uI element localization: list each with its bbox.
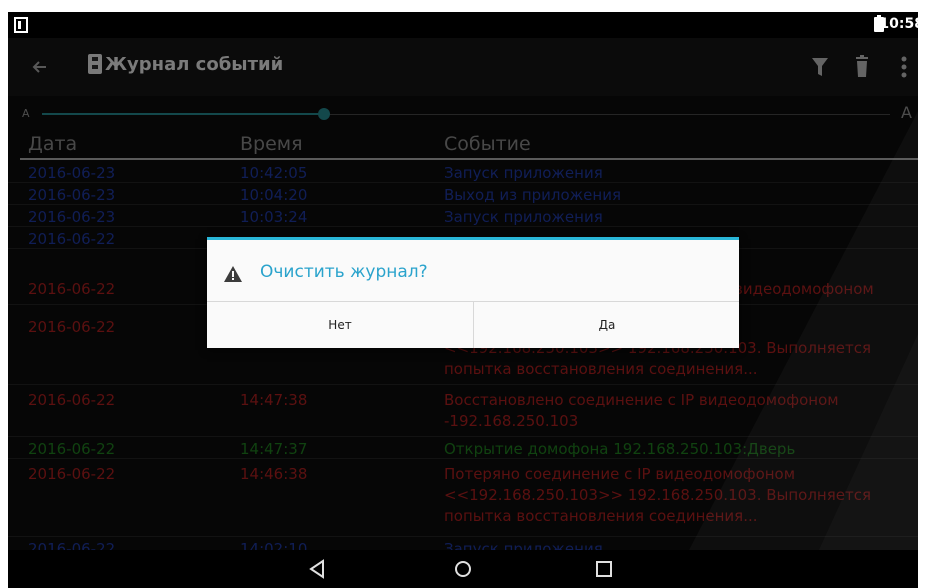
yes-button[interactable]: Да: [474, 302, 740, 348]
sim-card-icon: [14, 17, 28, 33]
no-button[interactable]: Нет: [207, 302, 473, 348]
status-bar: 10:58: [8, 12, 918, 38]
nav-home-icon[interactable]: [452, 558, 474, 580]
nav-recent-apps-icon[interactable]: [593, 558, 615, 580]
dialog-title: Очистить журнал?: [260, 262, 428, 282]
device-screen: 10:58 Журнал событий A A Дата: [8, 12, 918, 588]
navigation-bar: [8, 550, 918, 588]
clear-log-dialog: Очистить журнал? Нет Да: [207, 237, 739, 348]
status-time: 10:58: [879, 16, 918, 32]
warning-icon: [224, 266, 242, 282]
nav-back-icon[interactable]: [306, 558, 328, 580]
